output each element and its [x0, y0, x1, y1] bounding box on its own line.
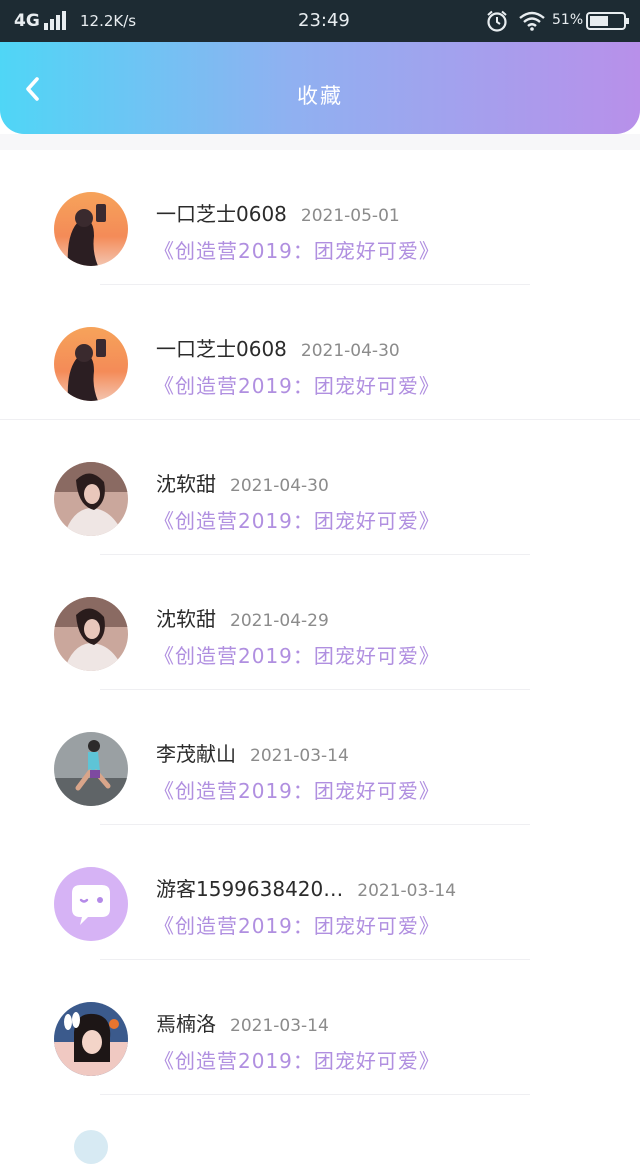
date: 2021-04-30 [230, 476, 329, 496]
network-speed: 12.2K/s [80, 12, 137, 30]
date: 2021-05-01 [300, 206, 400, 226]
date: 2021-04-29 [230, 611, 329, 631]
avatar[interactable] [54, 462, 128, 536]
username: 焉楠洛 [156, 1012, 216, 1036]
avatar[interactable] [54, 327, 128, 401]
avatar[interactable] [54, 732, 128, 806]
post-link[interactable]: 《创造营2019：团宠好可爱》 [154, 370, 440, 399]
favorites-list: 一口芝士0608 2021-05-01 《创造营2019：团宠好可爱》 一口芝士0… [0, 150, 640, 1095]
list-item[interactable]: 沈软甜 2021-04-29 《创造营2019：团宠好可爱》 [0, 555, 640, 690]
username: 沈软甜 [156, 472, 216, 496]
username: 一口芝士0608 [156, 337, 287, 361]
list-item[interactable]: 焉楠洛 2021-03-14 《创造营2019：团宠好可爱》 [0, 960, 640, 1095]
avatar[interactable] [54, 192, 128, 266]
post-link[interactable]: 《创造营2019：团宠好可爱》 [154, 910, 440, 939]
divider [100, 1094, 530, 1095]
header-bar: 收藏 [0, 42, 640, 134]
list-item[interactable]: 一口芝士0608 2021-04-30 《创造营2019：团宠好可爱》 [0, 285, 640, 420]
list-item[interactable]: 李茂献山 2021-03-14 《创造营2019：团宠好可爱》 [0, 690, 640, 825]
date: 2021-04-30 [300, 341, 400, 361]
username: 游客1599638420… [156, 877, 344, 901]
battery-icon [586, 12, 629, 30]
default-avatar-icon[interactable] [54, 867, 128, 941]
list-item[interactable]: 游客1599638420… 2021-03-14 《创造营2019：团宠好可爱》 [0, 825, 640, 960]
avatar[interactable] [54, 1002, 128, 1076]
post-link[interactable]: 《创造营2019：团宠好可爱》 [154, 1045, 440, 1074]
post-link[interactable]: 《创造营2019：团宠好可爱》 [154, 775, 440, 804]
date: 2021-03-14 [250, 746, 349, 766]
signal-icon [44, 11, 66, 30]
alarm-icon [487, 10, 507, 32]
date: 2021-03-14 [230, 1016, 329, 1036]
post-link[interactable]: 《创造营2019：团宠好可爱》 [154, 640, 440, 669]
network-type: 4G [14, 11, 40, 31]
wifi-icon [519, 11, 545, 31]
clock: 23:49 [298, 10, 350, 31]
date: 2021-03-14 [357, 881, 457, 901]
post-link[interactable]: 《创造营2019：团宠好可爱》 [154, 505, 440, 534]
list-item[interactable]: 沈软甜 2021-04-30 《创造营2019：团宠好可爱》 [0, 420, 640, 555]
header-separator [0, 134, 640, 150]
post-link[interactable]: 《创造营2019：团宠好可爱》 [154, 235, 440, 264]
username: 李茂献山 [156, 742, 236, 766]
username: 一口芝士0608 [156, 202, 287, 226]
avatar [74, 1130, 108, 1164]
battery-percent: 51% [552, 12, 584, 28]
username: 沈软甜 [156, 607, 216, 631]
list-item[interactable]: 一口芝士0608 2021-05-01 《创造营2019：团宠好可爱》 [0, 150, 640, 285]
status-bar: 4G 12.2K/s 23:49 51% [0, 0, 640, 42]
avatar[interactable] [54, 597, 128, 671]
page-title: 收藏 [297, 84, 343, 108]
